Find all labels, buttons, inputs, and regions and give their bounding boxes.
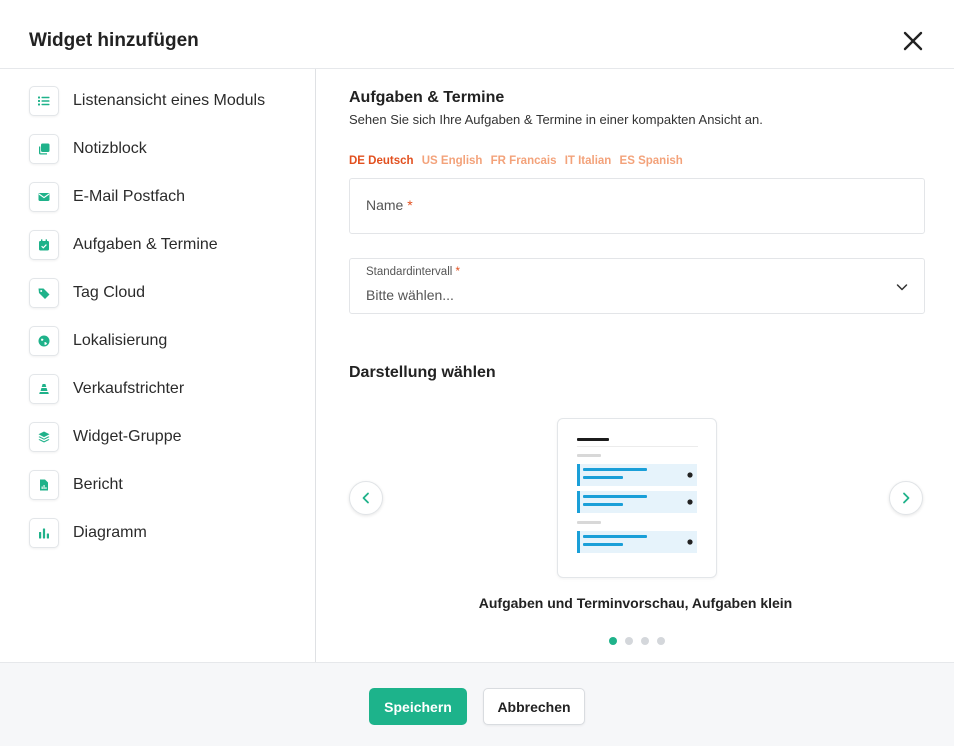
sidebar-item-aufgaben-termine[interactable]: Aufgaben & Termine	[29, 230, 299, 262]
chevron-down-icon	[896, 284, 908, 291]
widget-type-sidebar: Listenansicht eines Moduls Notizblock E-…	[0, 69, 316, 662]
tab-language-it[interactable]: IT Italian	[565, 155, 612, 167]
carousel-dot[interactable]	[609, 637, 617, 645]
bar-chart-icon	[29, 518, 59, 548]
language-tabs: DE Deutsch US English FR Francais IT Ita…	[349, 155, 688, 167]
chevron-right-icon	[903, 492, 910, 504]
widget-description: Sehen Sie sich Ihre Aufgaben & Termine i…	[349, 112, 763, 127]
layers-icon	[29, 422, 59, 452]
sidebar-item-label: Listenansicht eines Moduls	[73, 92, 266, 109]
sidebar-item-label: Tag Cloud	[73, 284, 146, 301]
carousel-dot[interactable]	[625, 637, 633, 645]
sidebar-item-label: Verkaufstrichter	[73, 380, 185, 397]
sidebar-item-label: Bericht	[73, 476, 123, 493]
sidebar-item-widget-gruppe[interactable]: Widget-Gruppe	[29, 422, 299, 454]
required-mark: *	[455, 266, 460, 278]
sidebar-item-label: Diagramm	[73, 524, 147, 541]
dialog-title: Widget hinzufügen	[29, 30, 199, 51]
funnel-icon	[29, 374, 59, 404]
dialog-header: Widget hinzufügen	[0, 0, 954, 69]
envelope-icon	[29, 182, 59, 212]
tab-language-es[interactable]: ES Spanish	[620, 155, 683, 167]
sidebar-item-listenansicht[interactable]: Listenansicht eines Moduls	[29, 86, 299, 118]
widget-title: Aufgaben & Termine	[349, 89, 505, 106]
tab-language-fr[interactable]: FR Francais	[491, 155, 557, 167]
notes-icon	[29, 134, 59, 164]
cancel-button[interactable]: Abbrechen	[483, 688, 585, 725]
sidebar-item-email-postfach[interactable]: E-Mail Postfach	[29, 182, 299, 214]
layout-caption: Aufgaben und Terminvorschau, Aufgaben kl…	[478, 595, 793, 611]
sidebar-item-label: Notizblock	[73, 140, 147, 157]
sidebar-item-notizblock[interactable]: Notizblock	[29, 134, 299, 166]
sidebar-item-label: Aufgaben & Termine	[73, 236, 218, 253]
carousel-dot[interactable]	[641, 637, 649, 645]
tags-icon	[29, 278, 59, 308]
sidebar-item-label: E-Mail Postfach	[73, 188, 186, 205]
globe-icon	[29, 326, 59, 356]
name-field-label: Name *	[366, 197, 413, 213]
save-button[interactable]: Speichern	[369, 688, 467, 725]
list-icon	[29, 86, 59, 116]
widget-dialog: Widget hinzufügen Listenansicht eines Mo…	[0, 0, 954, 746]
required-mark: *	[407, 197, 413, 213]
layout-preview-card[interactable]	[557, 418, 717, 578]
sidebar-item-diagramm[interactable]: Diagramm	[29, 518, 299, 550]
display-section-title: Darstellung wählen	[349, 364, 496, 381]
close-button[interactable]	[900, 28, 926, 54]
sidebar-item-tag-cloud[interactable]: Tag Cloud	[29, 278, 299, 310]
report-file-icon	[29, 470, 59, 500]
interval-selected-value: Bitte wählen...	[366, 287, 454, 303]
carousel-next-button[interactable]	[889, 481, 923, 515]
task-preview-image	[577, 438, 698, 553]
tab-language-de[interactable]: DE Deutsch	[349, 155, 414, 167]
calendar-check-icon	[29, 230, 59, 260]
sidebar-item-verkaufstrichter[interactable]: Verkaufstrichter	[29, 374, 299, 406]
widget-config-panel: Aufgaben & Termine Sehen Sie sich Ihre A…	[317, 69, 954, 662]
sidebar-item-label: Widget-Gruppe	[73, 428, 182, 445]
sidebar-item-label: Lokalisierung	[73, 332, 168, 349]
name-input[interactable]: Name *	[349, 178, 925, 234]
dialog-footer: Speichern Abbrechen	[0, 662, 954, 746]
chevron-left-icon	[362, 492, 369, 504]
carousel-dot[interactable]	[657, 637, 665, 645]
close-icon	[903, 31, 923, 51]
sidebar-item-lokalisierung[interactable]: Lokalisierung	[29, 326, 299, 358]
interval-select[interactable]: Standardintervall * Bitte wählen...	[349, 258, 925, 314]
interval-field-label: Standardintervall *	[366, 266, 460, 278]
sidebar-item-bericht[interactable]: Bericht	[29, 470, 299, 502]
tab-language-us[interactable]: US English	[422, 155, 483, 167]
carousel-prev-button[interactable]	[349, 481, 383, 515]
